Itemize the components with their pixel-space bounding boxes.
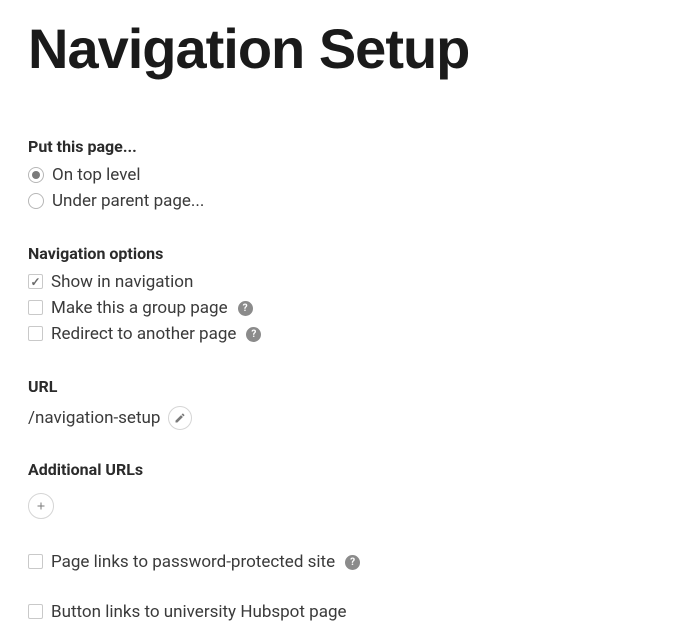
check-hubspot[interactable]: Button links to university Hubspot page: [28, 599, 672, 625]
checkbox-icon: [28, 326, 43, 341]
check-redirect[interactable]: Redirect to another page ?: [28, 321, 672, 347]
check-show-in-navigation[interactable]: Show in navigation: [28, 269, 672, 295]
check-label: Redirect to another page: [51, 324, 236, 344]
plus-icon: [35, 500, 47, 512]
url-value: /navigation-setup: [28, 408, 160, 428]
help-icon[interactable]: ?: [246, 327, 261, 342]
help-icon[interactable]: ?: [345, 555, 360, 570]
checkbox-icon: [28, 604, 43, 619]
additional-urls-group: Additional URLs: [28, 460, 672, 519]
radio-on-top-level[interactable]: On top level: [28, 162, 672, 188]
put-page-group: Put this page... On top level Under pare…: [28, 137, 672, 214]
check-label: Button links to university Hubspot page: [51, 602, 347, 622]
checkbox-icon: [28, 300, 43, 315]
check-password-protected[interactable]: Page links to password-protected site ?: [28, 549, 672, 575]
add-url-button[interactable]: [28, 493, 54, 519]
radio-icon: [28, 193, 44, 209]
check-label: Page links to password-protected site: [51, 552, 335, 572]
help-icon[interactable]: ?: [238, 301, 253, 316]
check-label: Show in navigation: [51, 272, 193, 292]
nav-options-label: Navigation options: [28, 244, 672, 263]
radio-label: Under parent page...: [52, 191, 204, 211]
nav-options-group: Navigation options Show in navigation Ma…: [28, 244, 672, 347]
radio-label: On top level: [52, 165, 140, 185]
pencil-icon: [174, 412, 186, 424]
page-title: Navigation Setup: [28, 20, 672, 79]
radio-icon: [28, 167, 44, 183]
url-label: URL: [28, 377, 672, 396]
check-label: Make this a group page: [51, 298, 228, 318]
put-page-label: Put this page...: [28, 137, 672, 156]
checkbox-icon: [28, 554, 43, 569]
radio-under-parent[interactable]: Under parent page...: [28, 188, 672, 214]
url-group: URL /navigation-setup: [28, 377, 672, 430]
additional-urls-label: Additional URLs: [28, 460, 672, 479]
edit-url-button[interactable]: [168, 406, 192, 430]
check-group-page[interactable]: Make this a group page ?: [28, 295, 672, 321]
checkbox-icon: [28, 274, 43, 289]
